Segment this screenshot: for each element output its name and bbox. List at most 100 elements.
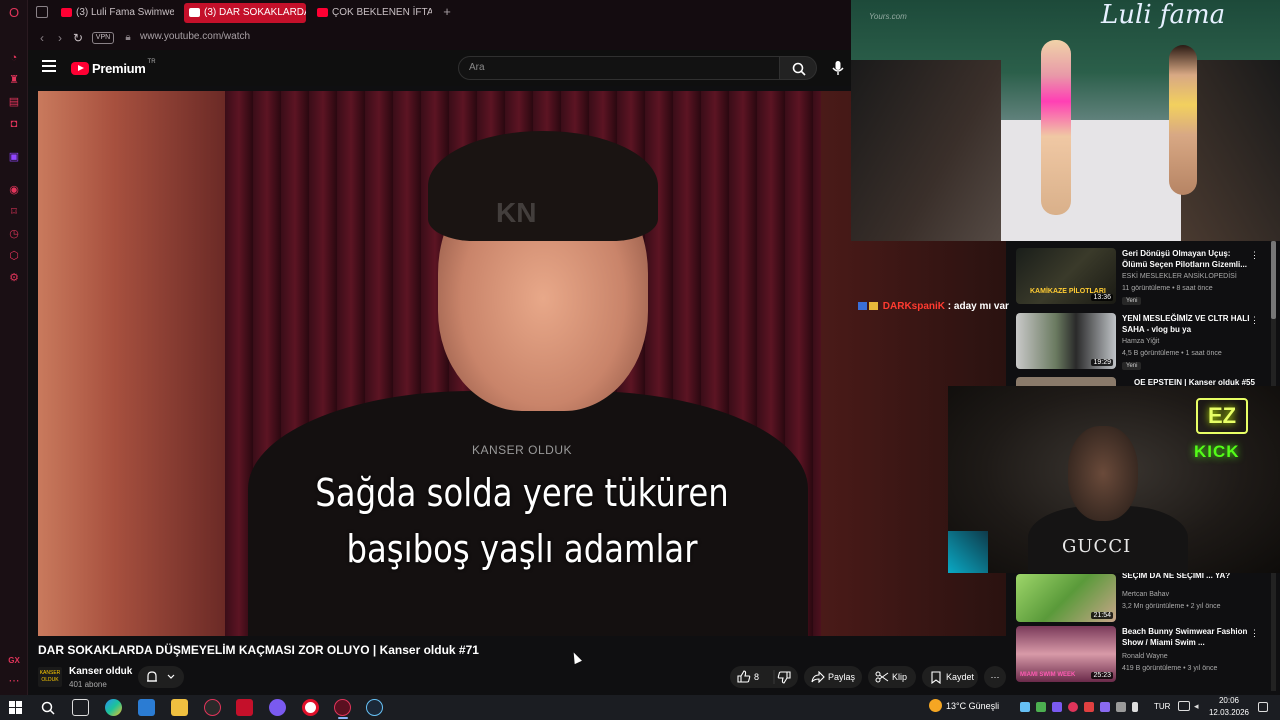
channel-watermark: KN [496, 197, 537, 228]
new-tab-plus-icon[interactable]: + [440, 5, 454, 19]
kebab-menu-icon[interactable]: ⋮ [1250, 628, 1259, 639]
search-icon[interactable] [41, 701, 55, 715]
search-button[interactable] [779, 56, 817, 80]
save-button[interactable]: Kaydet [922, 666, 978, 688]
browser-sidebar: O ◔ ♜ ▤ ◘ ▣ ◉ ⌑ ◷ ⬡ ⚙ GX ⋯ [0, 0, 28, 695]
like-count[interactable]: 8 [754, 666, 759, 688]
mail-icon[interactable]: ◘ [7, 117, 21, 131]
video-thumbnail[interactable]: 19:29 [1016, 313, 1116, 369]
lock-icon[interactable]: 🔒︎ [120, 30, 136, 46]
microphone-button[interactable] [828, 58, 848, 78]
kebab-menu-icon[interactable]: ⋮ [1250, 250, 1259, 261]
gx-corner-icon[interactable]: ♜ [7, 73, 21, 87]
neon-ez-sign: EZ [1196, 398, 1248, 434]
opera-gx-icon[interactable] [204, 699, 221, 716]
messenger-icon[interactable]: ▤ [7, 95, 21, 109]
cam-shirt-print: GUCCI [1062, 536, 1132, 557]
steam-tray-icon[interactable] [1020, 702, 1030, 712]
microphone-tray-icon[interactable] [1132, 702, 1138, 712]
reload-icon[interactable]: ↻ [70, 30, 86, 46]
pip-audience-left [851, 60, 1001, 241]
rec-channel[interactable]: Ronald Wayne [1122, 653, 1168, 660]
gx-control-icon[interactable]: ◔ [7, 51, 21, 65]
more-icon[interactable]: ⋯ [7, 674, 21, 688]
task-view-icon[interactable] [72, 699, 89, 716]
video-thumbnail[interactable]: KAMİKAZE PİLOTLARI 13:36 [1016, 248, 1116, 304]
notifications-icon[interactable] [1258, 702, 1268, 712]
file-explorer-icon[interactable] [171, 699, 188, 716]
tray-icon[interactable] [1100, 702, 1110, 712]
notification-bell-button[interactable] [138, 666, 184, 688]
settings-icon[interactable]: ⚙ [7, 271, 21, 285]
scrollbar-thumb[interactable] [1271, 241, 1276, 319]
more-actions-icon[interactable]: ⋯ [984, 666, 1006, 688]
tray-icon[interactable] [1036, 702, 1046, 712]
video-thumbnail[interactable]: 21:54 [1016, 574, 1116, 622]
rec-title[interactable]: Geri Dönüşü Olmayan Uçuş: Ölümü Seçen Pi… [1122, 248, 1250, 270]
language-indicator[interactable]: TUR [1154, 702, 1170, 711]
vpn-badge[interactable]: VPN [92, 32, 114, 44]
clip-label: Klip [892, 672, 908, 682]
history-icon[interactable]: ◷ [7, 227, 21, 241]
search-icon [792, 62, 806, 76]
rec-meta: 419 B görüntüleme • 3 yıl önce [1122, 665, 1218, 672]
opera-icon[interactable] [302, 699, 319, 716]
hamburger-menu-icon[interactable] [42, 60, 56, 72]
tab-dar-sokaklarda[interactable]: (3) DAR SOKAKLARDA [184, 3, 306, 23]
discord-icon[interactable] [269, 699, 286, 716]
kebab-menu-icon[interactable]: ⋮ [1250, 315, 1259, 326]
tab-luli-fama[interactable]: (3) Luli Fama Swimwear Fa [56, 3, 174, 23]
rec-title[interactable]: YENİ MESLEĞİMİZ VE CLTR HALI SAHA - vlog… [1122, 313, 1250, 335]
steam-icon[interactable] [366, 699, 383, 716]
recommendation-item[interactable]: MIAMI SWIM WEEK 25:23 Beach Bunny Swimwe… [1016, 626, 1272, 686]
speaker-icon [189, 8, 200, 17]
clip-button[interactable]: Klip [868, 666, 916, 688]
opera-tray-icon[interactable] [1068, 702, 1078, 712]
chat-message: DARKspaniK : aday mı var [858, 301, 1009, 312]
forward-arrow-icon[interactable]: › [52, 30, 68, 46]
recommendation-item[interactable]: KAMİKAZE PİLOTLARI 13:36 Geri Dönüşü Olm… [1016, 248, 1272, 308]
twitch-icon[interactable]: ▣ [7, 150, 21, 164]
tray-icon[interactable] [1084, 702, 1094, 712]
pip-video-window[interactable]: Luli fama Yours.com [851, 0, 1280, 241]
scissors-icon [875, 671, 889, 683]
extensions-icon[interactable]: ⬡ [7, 249, 21, 263]
channel-name[interactable]: Kanser olduk [69, 666, 132, 677]
bookmarks-icon[interactable]: ⌑ [7, 205, 21, 219]
subtitle-line-1: Sağda solda yere tüküren [315, 471, 729, 515]
clock-date[interactable]: 12.03.2026 [1203, 708, 1255, 717]
tab-iftar[interactable]: ÇOK BEKLENEN İFTAR! | A [312, 3, 432, 23]
network-icon[interactable] [1178, 701, 1190, 711]
opera-gx-active-icon[interactable] [334, 699, 351, 716]
pip-model-yellow [1169, 45, 1197, 195]
opera-logo-icon[interactable]: O [7, 6, 21, 20]
tray-icon[interactable] [1116, 702, 1126, 712]
copilot-icon[interactable] [105, 699, 122, 716]
clock-time[interactable]: 20:06 [1209, 696, 1249, 705]
channel-avatar[interactable]: KANSER OLDUK [38, 667, 62, 687]
back-arrow-icon[interactable]: ‹ [34, 30, 50, 46]
like-dislike-group: 8 [730, 666, 798, 688]
mouse-cursor-icon [570, 650, 582, 665]
rec-channel[interactable]: Hamza Yiğit [1122, 338, 1159, 345]
tab-menu-icon[interactable] [36, 6, 48, 18]
rec-channel[interactable]: ESKİ MESLEKLER ANSİKLOPEDİSİ [1122, 273, 1237, 280]
video-thumbnail[interactable]: MIAMI SWIM WEEK 25:23 [1016, 626, 1116, 682]
weather-widget[interactable]: 13°C Güneşli [929, 699, 999, 712]
rec-channel[interactable]: Mertcan Bahav [1122, 591, 1169, 598]
rec-title[interactable]: Beach Bunny Swimwear Fashion Show / Miam… [1122, 626, 1250, 648]
recommendation-item[interactable]: 19:29 YENİ MESLEĞİMİZ VE CLTR HALI SAHA … [1016, 313, 1272, 373]
edge-icon[interactable] [138, 699, 155, 716]
player-icon[interactable]: ◉ [7, 183, 21, 197]
discord-tray-icon[interactable] [1052, 702, 1062, 712]
search-input[interactable]: Ara [458, 56, 780, 80]
chat-badge-icon [858, 302, 867, 310]
thumbs-up-icon[interactable] [730, 666, 798, 688]
url-field[interactable]: www.youtube.com/watch [140, 31, 250, 42]
recommendation-item[interactable]: 21:54 SEÇİM DA NE SEÇİMİ ... YA? Mertcan… [1016, 566, 1272, 622]
app-icon[interactable] [236, 699, 253, 716]
sun-icon [929, 699, 942, 712]
youtube-logo[interactable]: Premium TR [71, 59, 156, 77]
share-button[interactable]: Paylaş [804, 666, 862, 688]
windows-start-icon[interactable] [9, 701, 23, 715]
